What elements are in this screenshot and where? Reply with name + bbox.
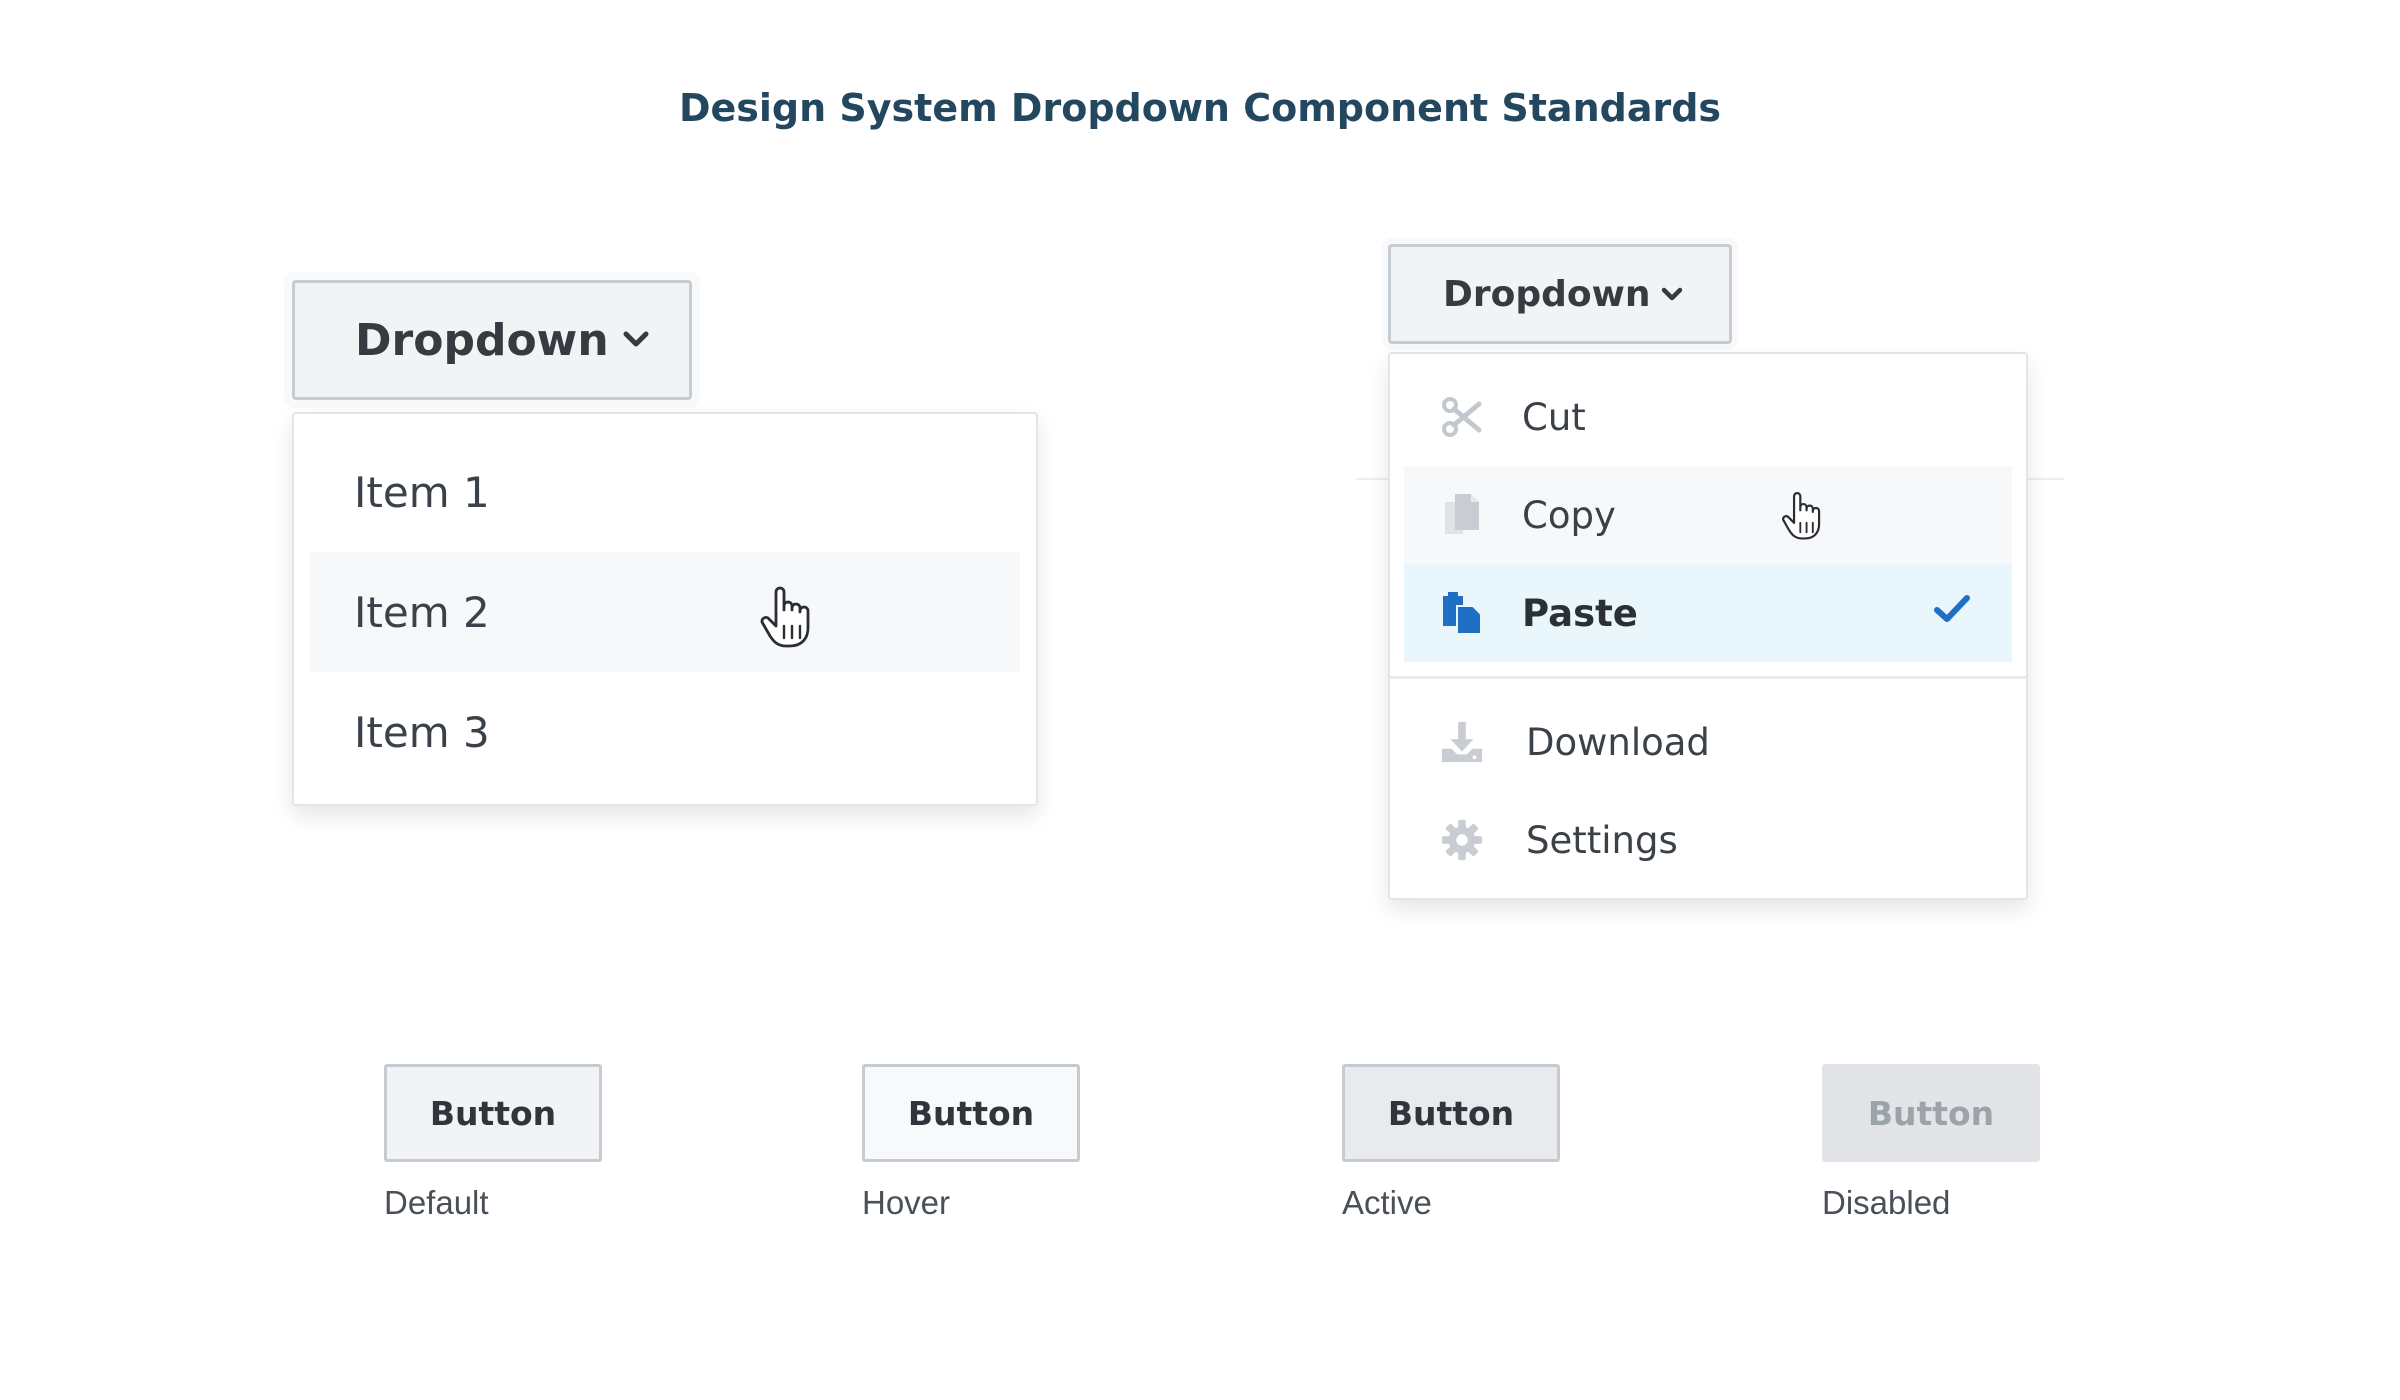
- button-default[interactable]: Button: [384, 1064, 602, 1162]
- gear-icon: [1440, 818, 1484, 862]
- menu-item-label: Paste: [1522, 591, 1638, 635]
- scissors-icon: [1440, 395, 1484, 439]
- chevron-down-icon: [623, 331, 649, 349]
- menu-item-label: Item 1: [354, 467, 490, 517]
- right-dropdown-toggle[interactable]: Dropdown: [1388, 244, 1732, 344]
- left-dropdown-toggle[interactable]: Dropdown: [292, 280, 692, 400]
- menu-item-label: Item 3: [354, 707, 490, 757]
- checkmark-icon: [1932, 592, 1972, 635]
- menu-item-label: Download: [1526, 720, 1710, 764]
- menu-item-cut[interactable]: Cut: [1404, 368, 2012, 466]
- button-hover[interactable]: Button: [862, 1064, 1080, 1162]
- menu-item-label: Settings: [1526, 818, 1678, 862]
- right-dropdown-label: Dropdown: [1443, 273, 1651, 315]
- left-dropdown-label: Dropdown: [355, 314, 609, 366]
- left-dropdown-menu: Item 1 Item 2 Item 3: [292, 412, 1038, 806]
- state-label-disabled: Disabled: [1822, 1184, 1951, 1221]
- left-menu-item-2[interactable]: Item 2: [310, 552, 1020, 672]
- button-active[interactable]: Button: [1342, 1064, 1560, 1162]
- state-label-hover: Hover: [862, 1184, 951, 1221]
- menu-item-copy[interactable]: Copy: [1404, 466, 2012, 564]
- menu-item-label: Copy: [1522, 493, 1616, 537]
- state-label-default: Default: [384, 1184, 489, 1221]
- state-label-active: Active: [1342, 1184, 1432, 1221]
- menu-item-label: Cut: [1522, 395, 1586, 439]
- menu-item-label: Item 2: [354, 587, 490, 637]
- left-menu-item-3[interactable]: Item 3: [310, 672, 1020, 792]
- menu-divider: [1390, 676, 2026, 679]
- download-icon: [1440, 720, 1484, 764]
- left-menu-item-1[interactable]: Item 1: [310, 432, 1020, 552]
- right-dropdown-menu: Cut Copy Paste Download Settings: [1388, 352, 2028, 900]
- hand-cursor-icon: [760, 586, 810, 648]
- hand-cursor-icon: [1782, 492, 1821, 540]
- button-disabled: Button: [1822, 1064, 2040, 1162]
- page-title: Design System Dropdown Component Standar…: [678, 86, 1722, 130]
- menu-item-settings[interactable]: Settings: [1404, 791, 2012, 889]
- copy-icon: [1440, 493, 1484, 537]
- paste-icon: [1440, 591, 1484, 635]
- chevron-down-icon: [1661, 287, 1683, 302]
- menu-item-download[interactable]: Download: [1404, 693, 2012, 791]
- menu-item-paste[interactable]: Paste: [1404, 564, 2012, 662]
